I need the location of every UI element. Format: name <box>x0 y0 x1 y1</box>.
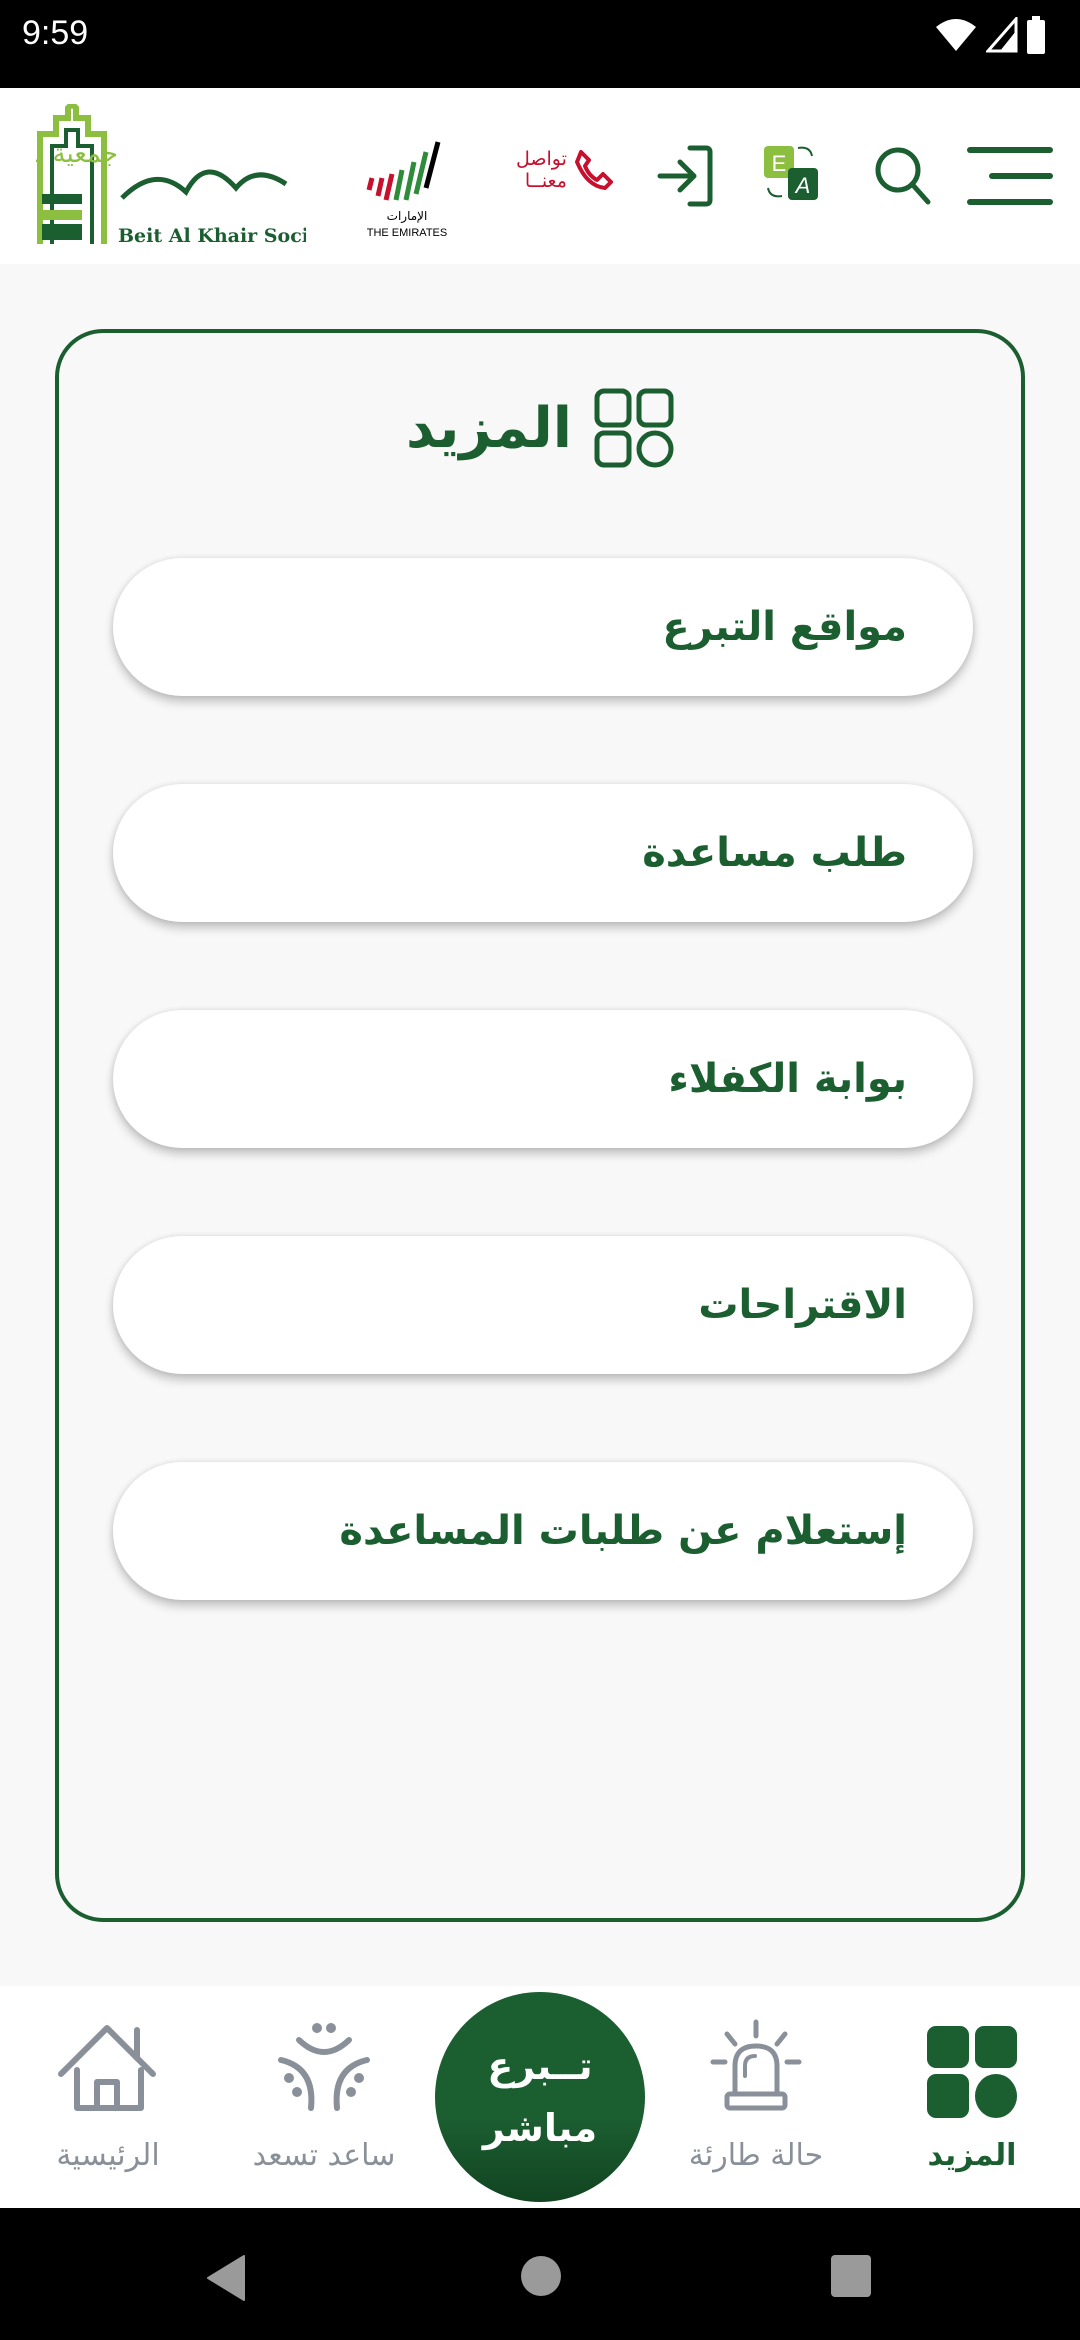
nav-label: حالة طارئة <box>688 2138 824 2173</box>
contact-label-line1: تواصل <box>516 148 567 170</box>
svg-text:جمعية بيت الخير: جمعية بيت الخير <box>36 139 118 169</box>
beit-al-khair-logo[interactable]: جمعية بيت الخير Beit Al Khair Society <box>0 99 342 248</box>
menu-item-label: بوابة الكفلاء <box>668 1056 907 1102</box>
recents-icon[interactable] <box>830 2254 872 2298</box>
status-time: 9:59 <box>22 14 89 52</box>
nav-label: ساعد تسعد <box>252 2138 396 2173</box>
menu-item-suggestions[interactable]: الاقتراحات <box>113 1236 973 1374</box>
grid-icon <box>594 388 674 468</box>
the-emirates-logo: الإمارات THE EMIRATES <box>364 138 450 248</box>
language-toggle[interactable]: E A <box>762 144 826 208</box>
grid-icon <box>927 2026 1017 2118</box>
system-nav-bar <box>0 2208 1080 2340</box>
language-icon: E A <box>764 146 818 200</box>
people-icon <box>278 2023 370 2111</box>
home-icon <box>58 2025 156 2111</box>
contact-label-line2: معنــا <box>524 170 567 192</box>
donate-label-line2: مباشر <box>482 2106 598 2150</box>
nav-item-home[interactable]: الرئيسية <box>8 1986 208 2208</box>
card-title-text: المزيد <box>406 395 572 461</box>
phone-icon <box>574 150 613 190</box>
signal-icon <box>986 17 1018 53</box>
status-bar: 9:59 <box>0 0 1080 88</box>
svg-text:THE EMIRATES: THE EMIRATES <box>367 227 447 239</box>
svg-text:A: A <box>794 173 811 198</box>
home-nav-icon[interactable] <box>520 2254 562 2298</box>
nav-item-help-to-be-happy[interactable]: ساعد تسعد <box>224 1986 424 2208</box>
menu-item-donation-locations[interactable]: مواقع التبرع <box>113 558 973 696</box>
menu-item-sponsors-portal[interactable]: بوابة الكفلاء <box>113 1010 973 1148</box>
nav-label: الرئيسية <box>56 2138 160 2173</box>
nav-item-emergency[interactable]: حالة طارئة <box>656 1986 856 2208</box>
login-icon[interactable] <box>656 144 720 208</box>
search-icon[interactable] <box>872 144 936 208</box>
menu-item-label: الاقتراحات <box>698 1282 907 1328</box>
menu-item-request-help[interactable]: طلب مساعدة <box>113 784 973 922</box>
svg-text:Beit Al Khair Society: Beit Al Khair Society <box>118 225 306 247</box>
card-title: المزيد <box>59 388 1021 468</box>
contact-us-button[interactable]: تواصل معنــا <box>516 148 613 192</box>
status-icons <box>934 16 1046 54</box>
more-menu-list: مواقع التبرع طلب مساعدة بوابة الكفلاء ال… <box>113 558 973 1688</box>
battery-icon <box>1027 16 1045 54</box>
wifi-icon <box>936 19 976 51</box>
svg-text:E: E <box>772 151 787 176</box>
back-icon[interactable] <box>204 2254 246 2302</box>
menu-item-label: إستعلام عن طلبات المساعدة <box>339 1508 907 1554</box>
siren-icon <box>710 2019 802 2111</box>
nav-label: المزيد <box>927 2138 1017 2173</box>
menu-item-help-request-inquiry[interactable]: إستعلام عن طلبات المساعدة <box>113 1462 973 1600</box>
nav-item-more[interactable]: المزيد <box>872 1986 1072 2208</box>
direct-donate-button[interactable]: تــبرع مباشر <box>435 1992 645 2202</box>
donate-label-line1: تــبرع <box>487 2044 593 2088</box>
svg-text:الإمارات: الإمارات <box>387 209 428 224</box>
app-header: جمعية بيت الخير Beit Al Khair Society ال… <box>0 88 1080 264</box>
menu-item-label: مواقع التبرع <box>662 604 907 650</box>
more-card: المزيد مواقع التبرع طلب مساعدة بوابة الك… <box>55 329 1025 1922</box>
menu-item-label: طلب مساعدة <box>642 830 907 876</box>
menu-icon[interactable] <box>966 144 1054 208</box>
